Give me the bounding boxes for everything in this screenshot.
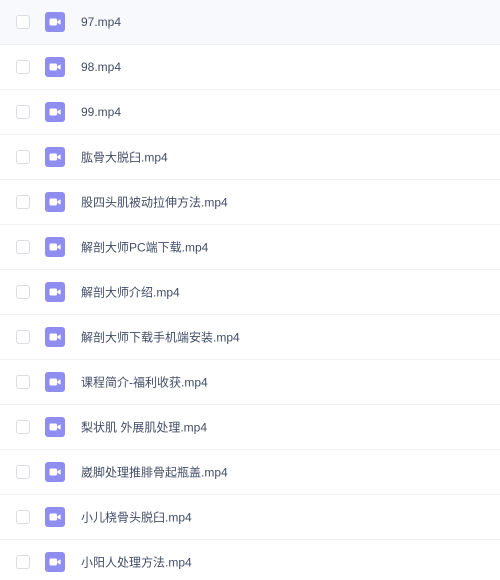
select-checkbox[interactable]	[16, 375, 30, 389]
video-file-icon	[45, 462, 65, 482]
video-file-icon	[45, 327, 65, 347]
video-file-icon	[45, 12, 65, 32]
video-file-icon	[45, 282, 65, 302]
select-checkbox[interactable]	[16, 285, 30, 299]
file-row[interactable]: 解剖大师下载手机端安装.mp4	[0, 315, 500, 360]
select-checkbox[interactable]	[16, 555, 30, 569]
file-row[interactable]: 崴脚处理推腓骨起瓶盖.mp4	[0, 450, 500, 495]
file-row[interactable]: 课程简介-福利收获.mp4	[0, 360, 500, 405]
file-row[interactable]: 解剖大师介绍.mp4	[0, 270, 500, 315]
select-checkbox[interactable]	[16, 240, 30, 254]
file-row[interactable]: 解剖大师PC端下载.mp4	[0, 225, 500, 270]
file-name[interactable]: 梨状肌 外展肌处理.mp4	[81, 419, 207, 436]
file-name[interactable]: 小阳人处理方法.mp4	[81, 554, 192, 571]
select-checkbox[interactable]	[16, 105, 30, 119]
video-file-icon	[45, 237, 65, 257]
select-checkbox[interactable]	[16, 510, 30, 524]
file-name[interactable]: 小儿桡骨头脱臼.mp4	[81, 509, 192, 526]
video-file-icon	[45, 372, 65, 392]
video-file-icon	[45, 507, 65, 527]
file-name[interactable]: 肱骨大脱臼.mp4	[81, 149, 168, 166]
file-row[interactable]: 98.mp4	[0, 45, 500, 90]
select-checkbox[interactable]	[16, 465, 30, 479]
select-checkbox[interactable]	[16, 150, 30, 164]
file-name[interactable]: 解剖大师介绍.mp4	[81, 284, 180, 301]
select-checkbox[interactable]	[16, 60, 30, 74]
file-name[interactable]: 崴脚处理推腓骨起瓶盖.mp4	[81, 464, 228, 481]
select-checkbox[interactable]	[16, 420, 30, 434]
file-name[interactable]: 解剖大师下载手机端安装.mp4	[81, 329, 240, 346]
file-name[interactable]: 97.mp4	[81, 15, 121, 29]
file-row[interactable]: 小阳人处理方法.mp4	[0, 540, 500, 580]
video-file-icon	[45, 552, 65, 572]
file-row[interactable]: 97.mp4	[0, 0, 500, 45]
video-file-icon	[45, 102, 65, 122]
file-row[interactable]: 梨状肌 外展肌处理.mp4	[0, 405, 500, 450]
video-file-icon	[45, 57, 65, 77]
file-name[interactable]: 解剖大师PC端下载.mp4	[81, 239, 208, 256]
file-name[interactable]: 课程简介-福利收获.mp4	[81, 374, 208, 391]
video-file-icon	[45, 417, 65, 437]
file-list: 97.mp4 98.mp4 99.mp4 肱骨大脱臼.mp4 股四头肌被动拉伸方法.mp…	[0, 0, 500, 580]
select-checkbox[interactable]	[16, 15, 30, 29]
file-row[interactable]: 小儿桡骨头脱臼.mp4	[0, 495, 500, 540]
file-row[interactable]: 股四头肌被动拉伸方法.mp4	[0, 180, 500, 225]
file-name[interactable]: 99.mp4	[81, 105, 121, 119]
file-row[interactable]: 99.mp4	[0, 90, 500, 135]
select-checkbox[interactable]	[16, 195, 30, 209]
video-file-icon	[45, 147, 65, 167]
select-checkbox[interactable]	[16, 330, 30, 344]
video-file-icon	[45, 192, 65, 212]
file-name[interactable]: 98.mp4	[81, 60, 121, 74]
file-row[interactable]: 肱骨大脱臼.mp4	[0, 135, 500, 180]
file-name[interactable]: 股四头肌被动拉伸方法.mp4	[81, 194, 228, 211]
